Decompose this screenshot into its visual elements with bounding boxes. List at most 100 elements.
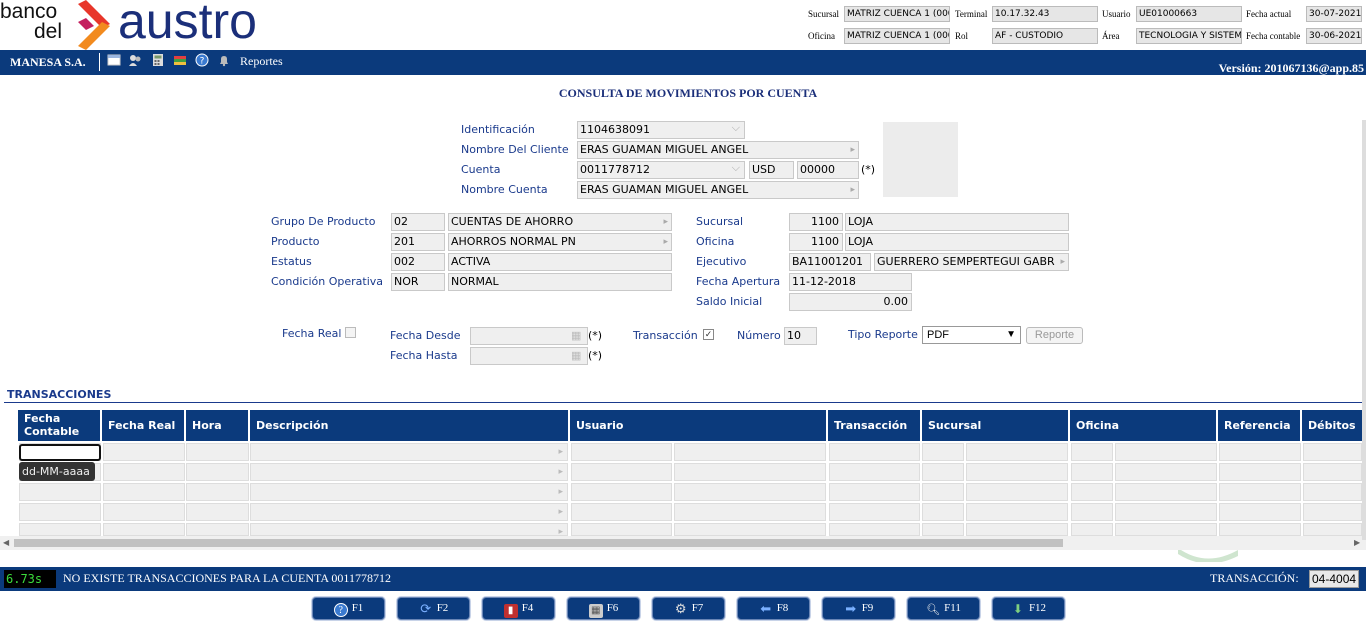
grid-cell[interactable] xyxy=(674,503,826,521)
grid-cell[interactable] xyxy=(829,443,920,461)
grid-cell[interactable] xyxy=(1219,503,1301,521)
grid-cell[interactable] xyxy=(829,503,920,521)
identificacion-field[interactable]: 1104638091 xyxy=(577,121,745,139)
grid-cell[interactable] xyxy=(186,523,249,536)
books-icon[interactable] xyxy=(172,53,188,69)
grid-cell[interactable] xyxy=(186,483,249,501)
nombre-cliente-field[interactable]: ERAS GUAMAN MIGUEL ANGEL xyxy=(577,141,859,159)
ejecutivo-name[interactable]: GUERRERO SEMPERTEGUI GABR xyxy=(874,253,1069,271)
window-icon[interactable] xyxy=(106,53,122,69)
grid-cell[interactable] xyxy=(1303,503,1362,521)
grid-cell[interactable] xyxy=(922,443,964,461)
grid-cell[interactable] xyxy=(186,503,249,521)
grid-cell[interactable] xyxy=(674,443,826,461)
f12-button[interactable]: ⬇ F12 xyxy=(992,597,1065,620)
scrollbar-thumb[interactable] xyxy=(14,539,1063,547)
grid-cell[interactable]: ▸ xyxy=(250,483,568,501)
col-usuario[interactable]: Usuario xyxy=(570,410,828,441)
grupo-producto-name[interactable]: CUENTAS DE AHORRO xyxy=(448,213,672,231)
grid-cell[interactable] xyxy=(571,523,672,536)
grid-cell[interactable] xyxy=(571,443,672,461)
grid-cell[interactable] xyxy=(103,443,185,461)
scroll-right-icon[interactable]: ▶ xyxy=(1354,538,1360,547)
grid-cell[interactable] xyxy=(19,483,101,501)
grid-cell[interactable] xyxy=(674,463,826,481)
col-fecha-real[interactable]: Fecha Real xyxy=(102,410,186,441)
grid-cell[interactable] xyxy=(1071,443,1113,461)
grid-cell[interactable] xyxy=(1303,443,1362,461)
grid-cell[interactable] xyxy=(966,483,1068,501)
grid-cell[interactable] xyxy=(1219,463,1301,481)
grid-cell[interactable] xyxy=(966,463,1068,481)
grid-cell[interactable] xyxy=(571,463,672,481)
grid-cell[interactable] xyxy=(186,463,249,481)
f8-button[interactable]: ⬅ F8 xyxy=(737,597,810,620)
grid-cell[interactable] xyxy=(571,503,672,521)
grid-cell[interactable] xyxy=(966,523,1068,536)
col-referencia[interactable]: Referencia xyxy=(1218,410,1302,441)
grid-cell[interactable] xyxy=(922,483,964,501)
col-sucursal[interactable]: Sucursal xyxy=(922,410,1070,441)
grid-cell[interactable] xyxy=(966,503,1068,521)
grid-cell[interactable] xyxy=(1115,483,1217,501)
reports-menu[interactable]: Reportes xyxy=(240,54,283,69)
grid-cell[interactable] xyxy=(103,523,185,536)
reporte-button[interactable]: Reporte xyxy=(1026,327,1083,344)
col-transaccion[interactable]: Transacción xyxy=(828,410,922,441)
grid-cell[interactable] xyxy=(1219,523,1301,536)
grid-cell[interactable] xyxy=(1219,443,1301,461)
grid-cell[interactable] xyxy=(103,503,185,521)
cuenta-field[interactable]: 0011778712 xyxy=(577,161,745,179)
grid-cell[interactable] xyxy=(103,483,185,501)
grid-cell[interactable] xyxy=(1071,463,1113,481)
col-hora[interactable]: Hora xyxy=(186,410,250,441)
grid-cell[interactable] xyxy=(571,483,672,501)
grid-cell[interactable]: ▸ xyxy=(250,443,568,461)
grid-cell[interactable] xyxy=(1303,463,1362,481)
calculator-icon[interactable] xyxy=(150,53,166,69)
grid-cell[interactable]: ▸ xyxy=(250,503,568,521)
grid-cell[interactable] xyxy=(1115,463,1217,481)
grid-cell[interactable] xyxy=(1303,483,1362,501)
grid-cell[interactable] xyxy=(829,463,920,481)
grid-cell[interactable] xyxy=(966,443,1068,461)
grid-cell[interactable] xyxy=(103,463,185,481)
scroll-left-icon[interactable]: ◀ xyxy=(3,538,9,547)
users-icon[interactable] xyxy=(127,53,143,69)
bell-icon[interactable] xyxy=(216,53,232,69)
col-descripcion[interactable]: Descripción xyxy=(250,410,570,441)
f7-button[interactable]: ⚙ F7 xyxy=(652,597,725,620)
grid-cell[interactable] xyxy=(19,523,101,536)
fecha-contable-input[interactable] xyxy=(19,444,101,461)
nombre-cuenta-field[interactable]: ERAS GUAMAN MIGUEL ANGEL xyxy=(577,181,859,199)
fecha-real-checkbox[interactable] xyxy=(345,327,356,338)
transaccion-checkbox[interactable]: ✓ xyxy=(703,329,714,340)
grid-cell[interactable] xyxy=(1071,483,1113,501)
grid-cell[interactable] xyxy=(1115,523,1217,536)
f11-button[interactable]: 🔍︎ F11 xyxy=(907,597,980,620)
f4-button[interactable]: ▮ F4 xyxy=(482,597,555,620)
grid-cell[interactable] xyxy=(1303,523,1362,536)
vertical-scrollbar[interactable] xyxy=(1362,120,1366,540)
grid-cell[interactable] xyxy=(1219,483,1301,501)
grid-cell[interactable] xyxy=(829,483,920,501)
grid-cell[interactable] xyxy=(674,523,826,536)
grid-cell[interactable] xyxy=(19,503,101,521)
calendar-icon[interactable]: ▦ xyxy=(571,329,585,343)
col-oficina[interactable]: Oficina xyxy=(1070,410,1218,441)
grid-cell[interactable]: ▸ xyxy=(250,523,568,536)
grid-cell[interactable] xyxy=(922,503,964,521)
grid-cell[interactable] xyxy=(1115,443,1217,461)
numero-field[interactable]: 10 xyxy=(784,327,817,345)
grid-cell[interactable] xyxy=(674,483,826,501)
grid-cell[interactable] xyxy=(922,523,964,536)
grid-cell[interactable] xyxy=(186,443,249,461)
help-icon[interactable]: ? xyxy=(194,53,210,69)
col-debitos[interactable]: Débitos xyxy=(1302,410,1366,441)
f9-button[interactable]: ➡ F9 xyxy=(822,597,895,620)
grid-cell[interactable] xyxy=(829,523,920,536)
grid-cell[interactable] xyxy=(1115,503,1217,521)
grid-cell[interactable]: ▸ xyxy=(250,463,568,481)
f2-button[interactable]: ⟳ F2 xyxy=(397,597,470,620)
f6-button[interactable]: ▦ F6 xyxy=(567,597,640,620)
